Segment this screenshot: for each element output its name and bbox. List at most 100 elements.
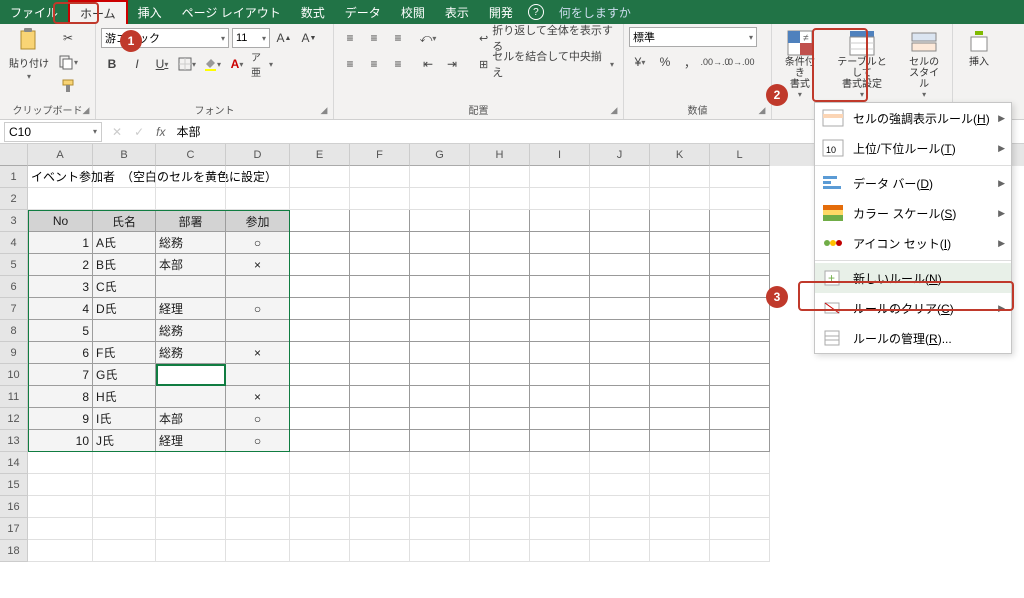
tab-file[interactable]: ファイル [0,1,68,24]
cell[interactable]: 経理 [156,430,226,452]
cell[interactable] [530,364,590,386]
cell-styles-button[interactable]: セルの スタイル▾ [901,27,947,101]
col-header-D[interactable]: D [226,144,290,166]
cell[interactable]: 参加 [226,210,290,232]
cancel-formula-icon[interactable]: ✕ [106,125,128,139]
cell[interactable] [410,540,470,562]
col-header-E[interactable]: E [290,144,350,166]
menu-top-bottom-rules[interactable]: 10 上位/下位ルール(T) [815,133,1011,163]
cell[interactable] [28,518,93,540]
row-header-10[interactable]: 10 [0,364,28,386]
cell[interactable] [28,452,93,474]
cell[interactable] [350,298,410,320]
cell[interactable]: 5 [28,320,93,342]
cell[interactable] [470,232,530,254]
cell[interactable] [410,342,470,364]
cell[interactable] [156,166,226,188]
cell[interactable]: G氏 [93,364,156,386]
cell[interactable]: ○ [226,430,290,452]
cell[interactable] [470,276,530,298]
cell[interactable] [410,320,470,342]
row-header-13[interactable]: 13 [0,430,28,452]
row-header-7[interactable]: 7 [0,298,28,320]
cell[interactable] [28,496,93,518]
row-header-12[interactable]: 12 [0,408,28,430]
phonetic-button[interactable]: ア亜▾ [251,53,273,75]
cell[interactable] [530,496,590,518]
insert-cells-button[interactable]: 挿入 [958,27,1000,70]
cell[interactable] [650,254,710,276]
cell[interactable] [350,210,410,232]
cell[interactable] [156,188,226,210]
cell[interactable] [590,188,650,210]
tab-review[interactable]: 校閲 [391,1,435,24]
cell[interactable] [470,408,530,430]
cell[interactable] [590,430,650,452]
select-all-corner[interactable] [0,144,28,166]
cell[interactable] [470,188,530,210]
tab-home[interactable]: ホーム [68,0,128,25]
cell[interactable] [470,386,530,408]
clipboard-launcher[interactable]: ◢ [79,103,93,117]
cell[interactable] [156,518,226,540]
cell[interactable] [156,474,226,496]
cell[interactable] [226,276,290,298]
cell[interactable] [710,364,770,386]
row-header-17[interactable]: 17 [0,518,28,540]
cell[interactable] [710,474,770,496]
cell[interactable] [530,320,590,342]
cell[interactable] [290,188,350,210]
align-left-button[interactable]: ≡ [339,53,361,75]
tab-view[interactable]: 表示 [435,1,479,24]
cell[interactable] [350,386,410,408]
menu-manage-rules[interactable]: ルールの管理(R)... [815,323,1011,353]
cell[interactable] [93,474,156,496]
cell[interactable]: 6 [28,342,93,364]
cell[interactable] [410,430,470,452]
underline-button[interactable]: U▾ [151,53,173,75]
cell[interactable] [226,452,290,474]
cell[interactable] [590,386,650,408]
cell[interactable] [290,518,350,540]
cell[interactable] [470,452,530,474]
cell[interactable] [650,364,710,386]
cell[interactable]: H氏 [93,386,156,408]
cell[interactable]: × [226,386,290,408]
cell[interactable] [410,210,470,232]
col-header-L[interactable]: L [710,144,770,166]
cell[interactable] [93,452,156,474]
row-header-2[interactable]: 2 [0,188,28,210]
cell[interactable] [226,188,290,210]
cell[interactable] [156,386,226,408]
cell[interactable] [410,408,470,430]
cell[interactable] [93,320,156,342]
cell[interactable] [650,518,710,540]
row-header-16[interactable]: 16 [0,496,28,518]
menu-new-rule[interactable]: + 新しいルール(N)... [815,263,1011,293]
cell[interactable] [156,496,226,518]
cell[interactable] [290,386,350,408]
inc-decimal-button[interactable]: .00→.0 [704,51,726,73]
paste-button[interactable]: 貼り付け ▾ [5,27,53,83]
col-header-G[interactable]: G [410,144,470,166]
cell[interactable] [410,474,470,496]
cell[interactable] [470,496,530,518]
cell[interactable] [650,474,710,496]
tab-formulas[interactable]: 数式 [291,1,335,24]
cell[interactable] [350,342,410,364]
cell[interactable] [650,188,710,210]
row-header-11[interactable]: 11 [0,386,28,408]
cell[interactable]: F氏 [93,342,156,364]
cell[interactable] [650,210,710,232]
cell[interactable] [156,540,226,562]
font-color-button[interactable]: A▾ [226,53,248,75]
cell[interactable] [710,210,770,232]
cell[interactable] [590,364,650,386]
cell[interactable] [470,254,530,276]
cell[interactable] [410,188,470,210]
cell[interactable] [710,166,770,188]
italic-button[interactable]: I [126,53,148,75]
cell[interactable]: 9 [28,408,93,430]
cell[interactable] [530,474,590,496]
cell[interactable] [530,188,590,210]
